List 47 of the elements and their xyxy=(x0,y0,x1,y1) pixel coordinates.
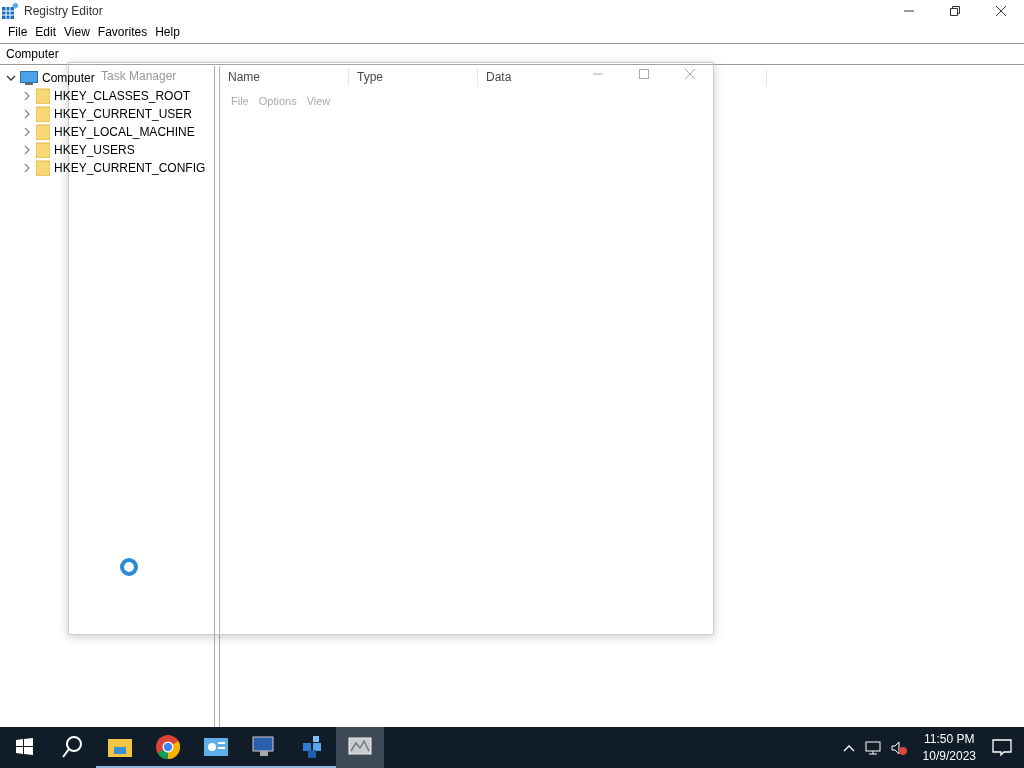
expand-icon[interactable] xyxy=(22,163,32,173)
tree-item[interactable]: HKEY_CLASSES_ROOT xyxy=(54,89,191,103)
cubes-icon xyxy=(301,734,323,759)
expand-icon[interactable] xyxy=(22,109,32,119)
windows-logo-icon xyxy=(15,738,33,755)
collapse-icon[interactable] xyxy=(6,73,16,83)
computer-icon xyxy=(20,71,38,85)
folder-icon xyxy=(36,106,50,122)
tree-item[interactable]: HKEY_USERS xyxy=(54,143,135,157)
column-header[interactable]: Name xyxy=(220,68,349,86)
menu-item[interactable]: Help xyxy=(151,25,184,39)
muted-speaker-icon[interactable] xyxy=(890,740,907,755)
close-icon xyxy=(996,6,1006,16)
folder-icon xyxy=(36,142,50,158)
folder-icon xyxy=(36,88,50,104)
control-panel-icon xyxy=(204,737,228,756)
menu-item[interactable]: Favorites xyxy=(93,25,152,39)
restore-icon xyxy=(950,6,960,16)
caret-icon[interactable] xyxy=(842,743,855,752)
maximize-icon xyxy=(639,69,649,79)
folder-icon xyxy=(36,160,50,176)
close-icon xyxy=(685,69,695,79)
notification-icon[interactable] xyxy=(992,738,1012,757)
menu-item[interactable]: View xyxy=(60,25,94,39)
ghost-window-title: Task Manager xyxy=(101,69,177,83)
tree-item[interactable]: HKEY_LOCAL_MACHINE xyxy=(54,125,195,139)
taskbar-app-button[interactable] xyxy=(336,727,384,768)
tree-item[interactable]: HKEY_CURRENT_CONFIG xyxy=(54,161,206,175)
column-header[interactable]: Type xyxy=(349,68,478,86)
clock[interactable]: 11:50 PM 10/9/2023 xyxy=(916,730,982,765)
address-bar[interactable]: Computer xyxy=(0,43,1024,65)
chart-window-icon xyxy=(348,736,372,757)
folder-icon xyxy=(108,736,132,757)
expand-icon[interactable] xyxy=(22,91,32,101)
network-icon[interactable] xyxy=(864,740,881,755)
column-header[interactable]: Data xyxy=(478,68,767,86)
expand-icon[interactable] xyxy=(22,127,32,137)
monitor-icon xyxy=(252,735,276,758)
menu-item[interactable]: File xyxy=(4,25,32,39)
window-title: Registry Editor xyxy=(24,4,104,18)
tree-item[interactable]: HKEY_CURRENT_USER xyxy=(54,107,193,121)
search-icon xyxy=(61,734,83,759)
tree-item[interactable]: Computer xyxy=(42,71,95,85)
folder-icon xyxy=(36,124,50,140)
expand-icon[interactable] xyxy=(22,145,32,155)
menu-item[interactable]: Edit xyxy=(31,25,61,39)
browser-icon xyxy=(156,734,180,759)
